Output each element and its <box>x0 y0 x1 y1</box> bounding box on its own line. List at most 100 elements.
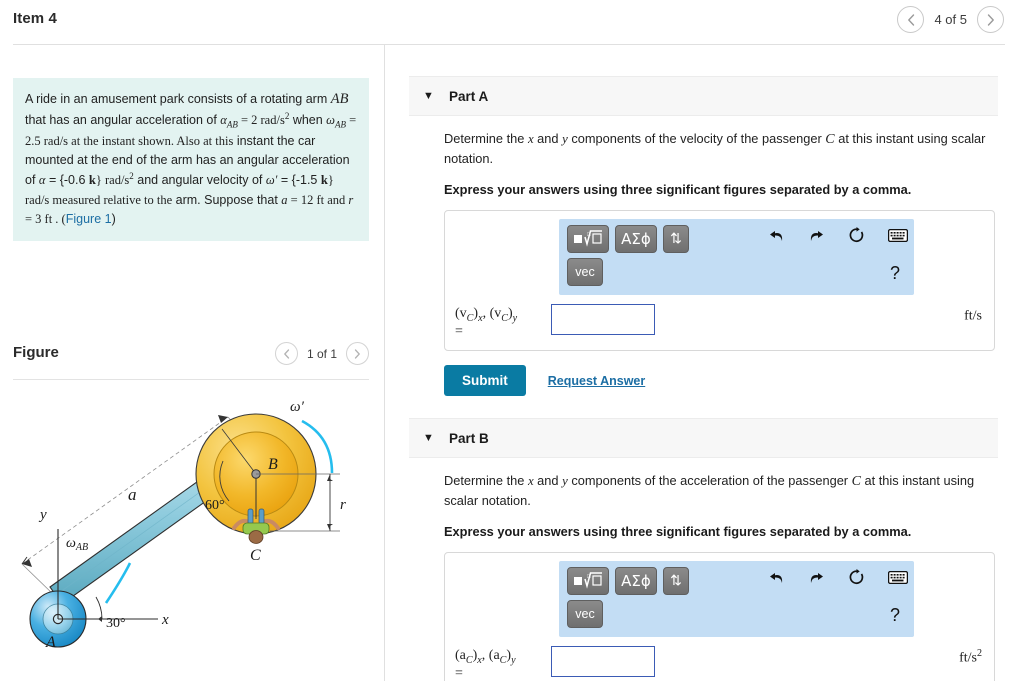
problem-eq-5: = 12 ft and <box>287 192 349 207</box>
keyboard-icon[interactable] <box>888 228 908 242</box>
part-a-label: Part A <box>449 88 489 104</box>
problem-line-6a: velocity of <box>206 173 266 188</box>
template-button[interactable]: □ <box>567 224 609 253</box>
label-y-axis: y <box>38 507 47 523</box>
part-a-submit-button[interactable]: Submit <box>444 365 526 397</box>
omega-ab-subscript: AB <box>335 119 346 130</box>
prompt-mid: components of the velocity of the passen… <box>567 131 826 146</box>
svg-text:□: □ <box>587 574 591 580</box>
figure-pager: 1 of 1 <box>274 342 369 365</box>
radical-template-icon: □ <box>574 572 602 590</box>
part-b-answer-card: □ ΑΣϕ ⇅ vec ? (aC)x, (aC)y = ft/s2 <box>444 551 995 681</box>
part-b-block: ▼ Part B Determine the x and y component… <box>409 418 998 681</box>
reset-circular-arrow-icon[interactable] <box>848 568 865 586</box>
part-a-answer-label: (vC)x, (vC)y = <box>455 304 551 340</box>
ans-sub: C <box>465 654 473 666</box>
radical-template-icon: □ <box>574 230 602 248</box>
figure-next-button[interactable] <box>346 342 369 365</box>
amusement-ride-diagram: a ω′ B C r A y x ωAB 60° 30° <box>21 399 382 651</box>
page-title: Item 4 <box>13 10 57 27</box>
units-text: ft/s <box>959 650 977 666</box>
k-vector-2: k <box>320 173 328 188</box>
figure-prev-button[interactable] <box>274 342 298 365</box>
part-b-units: ft/s2 <box>959 648 982 667</box>
part-a-instruction: Express your answers using three signifi… <box>444 181 912 197</box>
ans-comma: , (a <box>481 647 500 663</box>
part-b-help-button[interactable]: ? <box>890 605 900 626</box>
problem-eq-7: ) <box>111 211 116 226</box>
figure-header: Figure 1 of 1 <box>13 342 369 376</box>
label-omega-prime: ω′ <box>290 399 305 415</box>
vec-label: vec <box>575 264 595 279</box>
vector-button[interactable]: vec <box>567 599 603 628</box>
figure-title: Figure <box>13 344 59 361</box>
part-a-help-button[interactable]: ? <box>890 263 900 284</box>
ans-equals: = <box>455 666 463 681</box>
problem-line-7a: arm. Suppose that <box>175 192 282 207</box>
right-column: ▼ Part A Determine the x and y component… <box>385 44 1018 681</box>
prompt-c-symbol: C <box>851 474 861 489</box>
undo-arrow-icon[interactable] <box>768 228 785 243</box>
greek-label: ΑΣϕ <box>621 229 651 248</box>
label-r: r <box>340 497 346 513</box>
item-pager-label: 4 of 5 <box>934 12 967 27</box>
alpha-ab-subscript: AB <box>226 119 238 130</box>
greek-symbols-button[interactable]: ΑΣϕ <box>615 566 657 595</box>
problem-eq-3b: } rad/s <box>95 173 130 188</box>
problem-line-2a: that has an angular acceleration of <box>25 113 221 128</box>
updown-arrows-button[interactable]: ⇅ <box>663 224 689 253</box>
vec-label: vec <box>575 606 595 621</box>
part-b-prompt: Determine the x and y components of the … <box>444 472 998 511</box>
problem-eq-6: = 3 ft . ( <box>25 211 66 226</box>
units-text: ft/s <box>964 308 982 324</box>
problem-statement: A ride in an amusement park consists of … <box>13 78 369 241</box>
part-b-answer-input[interactable] <box>551 645 655 677</box>
template-button[interactable]: □ <box>567 566 609 595</box>
label-C: C <box>250 547 261 564</box>
greek-symbols-button[interactable]: ΑΣϕ <box>615 224 657 253</box>
caret-down-icon[interactable]: ▼ <box>423 432 449 444</box>
part-b-answer-label: (aC)x, (aC)y = <box>455 646 551 681</box>
part-b-header[interactable]: ▼ Part B <box>409 418 998 458</box>
problem-arm-label: AB <box>330 91 349 107</box>
caret-down-icon[interactable]: ▼ <box>423 90 449 102</box>
figure-1-link[interactable]: Figure 1 <box>66 212 112 226</box>
redo-arrow-icon[interactable] <box>808 228 825 243</box>
figure-divider <box>13 379 369 380</box>
figure-image[interactable]: a ω′ B C r A y x ωAB 60° 30° <box>10 389 382 681</box>
problem-eq-3c: and angular <box>133 173 204 188</box>
prev-item-button[interactable] <box>897 6 925 33</box>
label-B: B <box>268 456 278 473</box>
page-root: Item 4 4 of 5 A ride in an amusement par… <box>0 0 1018 681</box>
part-a-header[interactable]: ▼ Part A <box>409 76 998 116</box>
part-a-answer-input[interactable] <box>551 303 655 335</box>
next-item-button[interactable] <box>977 6 1004 33</box>
chevron-right-icon <box>354 348 360 359</box>
part-b-instruction: Express your answers using three signifi… <box>444 523 912 539</box>
part-a-request-answer-link[interactable]: Request Answer <box>548 374 645 388</box>
part-a-answer-row: (vC)x, (vC)y = ft/s <box>455 303 984 340</box>
greek-label: ΑΣϕ <box>621 571 651 590</box>
item-pager: 4 of 5 <box>897 6 1004 33</box>
part-b-body: Determine the x and y components of the … <box>409 458 998 681</box>
keyboard-icon[interactable] <box>888 570 908 584</box>
label-omega-ab: ωAB <box>66 536 88 553</box>
updown-arrows-button[interactable]: ⇅ <box>663 566 689 595</box>
ans-main: (a <box>455 647 466 663</box>
prompt-mid: components of the acceleration of the pa… <box>567 473 852 488</box>
r-symbol: r <box>348 192 354 207</box>
problem-line-1: A ride in an amusement park consists of … <box>25 92 328 106</box>
prompt-and: and <box>533 131 563 146</box>
label-angle-60: 60° <box>205 498 225 513</box>
undo-arrow-icon[interactable] <box>768 570 785 585</box>
redo-arrow-icon[interactable] <box>808 570 825 585</box>
prompt-pre: Determine the <box>444 131 528 146</box>
ans-comma: , (v <box>482 305 502 321</box>
reset-circular-arrow-icon[interactable] <box>848 226 865 244</box>
vector-button[interactable]: vec <box>567 257 603 286</box>
part-a-units: ft/s <box>964 306 982 325</box>
ans-main: (v <box>455 305 467 321</box>
part-a-tool-icons <box>768 226 908 244</box>
part-b-label: Part B <box>449 430 489 446</box>
prompt-pre: Determine the <box>444 473 528 488</box>
